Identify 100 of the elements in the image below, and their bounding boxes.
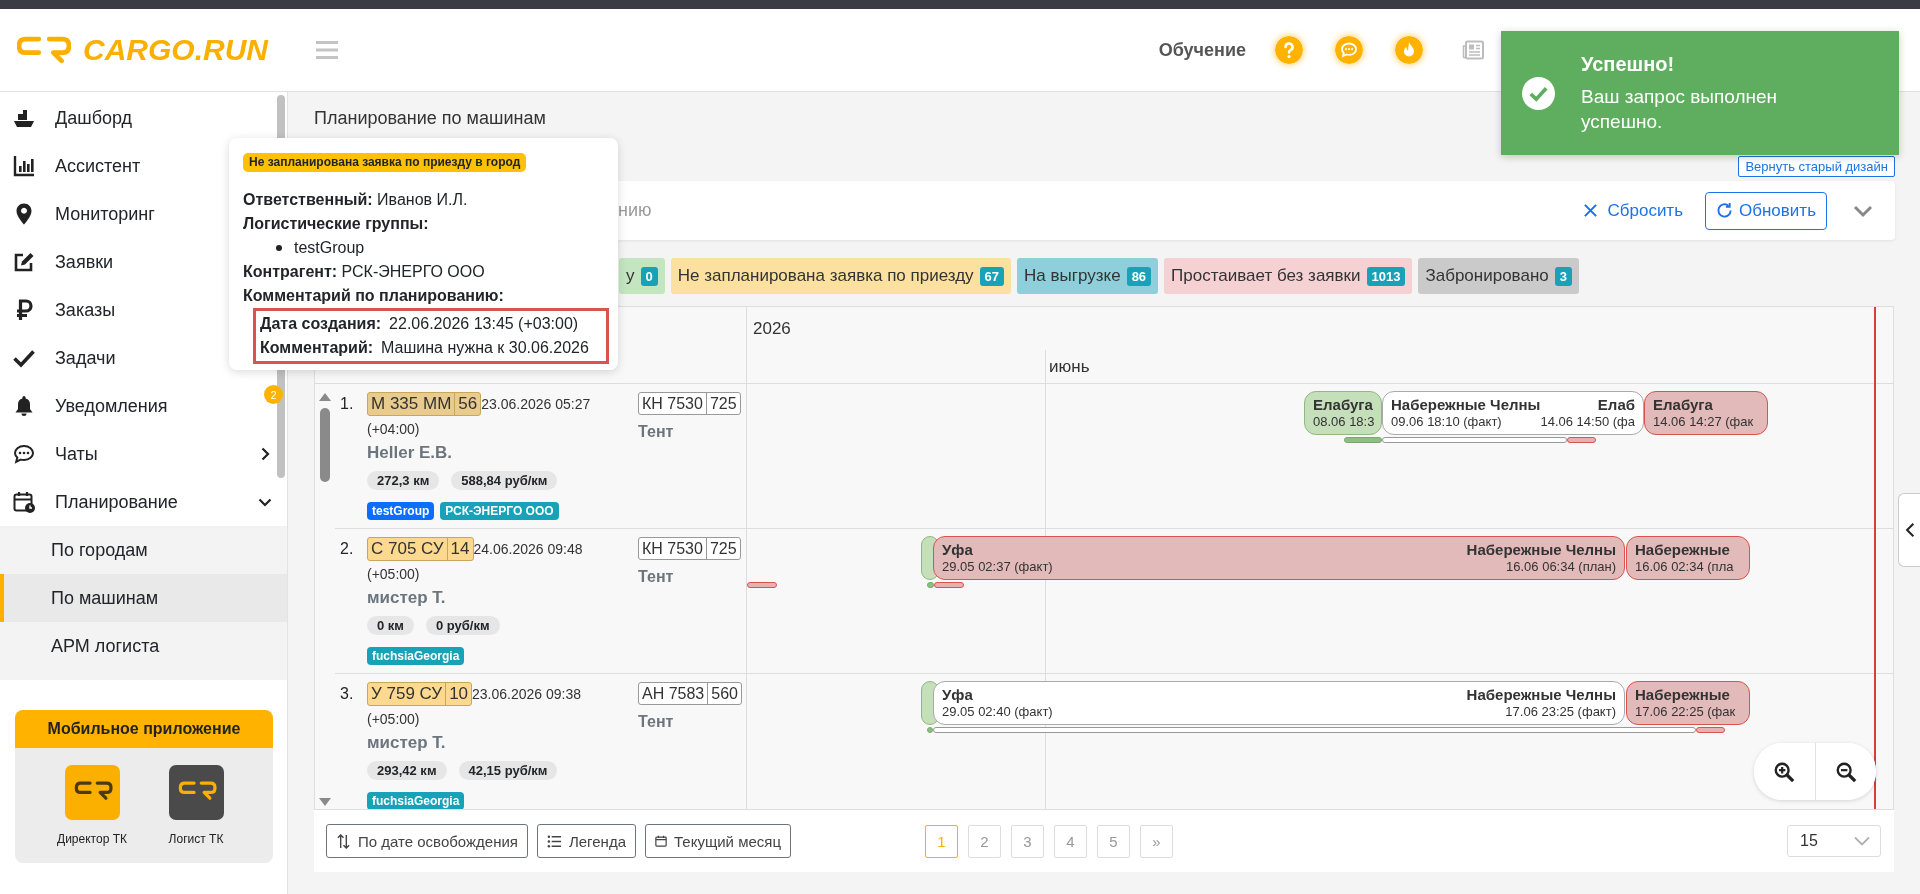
comment-heading: Комментарий по планированию:: [243, 286, 505, 306]
comment-line: Комментарий: Машина нужна к 30.06.2026: [260, 338, 590, 358]
page-title: Планирование по машинам: [314, 107, 546, 130]
city-name: Уфа: [942, 686, 974, 704]
status-filter-chip[interactable]: у 0: [619, 258, 665, 294]
help-icon[interactable]: [1275, 36, 1303, 64]
city-name: Елабуга: [1653, 396, 1714, 414]
count-badge: 86: [1126, 266, 1152, 286]
stop-time: 14.06 14:27 (фак: [1653, 414, 1754, 430]
route-segment[interactable]: Набережные 17.06 22:25 (фак: [1626, 681, 1750, 725]
sidebar-item[interactable]: Задачи: [0, 334, 226, 382]
route-segment[interactable]: Уфа 29.05 02:37 (факт) Набережные Челны 16.06 06:34 (план): [933, 536, 1625, 580]
creation-date-line: Дата создания: 22.06.2026 13:45 (+03:00): [260, 314, 580, 334]
app-link[interactable]: Логист ТК: [168, 765, 224, 846]
refresh-icon: [1716, 202, 1733, 219]
app-link[interactable]: Директор ТК: [57, 765, 127, 846]
old-design-button[interactable]: Вернуть старый дизайн: [1738, 156, 1895, 177]
stop-time: 17.06 23:25 (факт): [1505, 704, 1616, 720]
newspaper-icon[interactable]: [1462, 38, 1486, 62]
stop-time: 14.06 14:50 (фа: [1540, 414, 1635, 430]
bullet-icon: [276, 245, 282, 251]
status-filter-chip[interactable]: На выгрузке 86: [1017, 258, 1159, 294]
search-field[interactable]: нию: [618, 195, 1580, 226]
driver-name: мистер Т.: [367, 588, 447, 608]
driver-name: мистер Т.: [367, 733, 447, 753]
page-size-select[interactable]: 15: [1787, 825, 1881, 857]
route-segment[interactable]: Набережные Челны 09.06 18:10 (факт) Елаб 14.06 14:50 (фа: [1382, 391, 1644, 435]
groups-heading: Логистические группы:: [243, 214, 430, 234]
count-badge: 0: [640, 266, 658, 286]
group-name: testGroup: [294, 238, 365, 258]
current-month-button[interactable]: Текущий месяц: [645, 824, 792, 858]
calendar-icon: [12, 490, 36, 514]
submenu-item[interactable]: По машинам: [0, 574, 287, 622]
chevron-down-icon: [1854, 836, 1870, 846]
stop-time: 29.05 02:40 (факт): [942, 704, 1053, 720]
collapse-panel-button[interactable]: [1898, 493, 1920, 567]
distance-pill: 272,3 км: [367, 471, 440, 490]
route-segment[interactable]: Набережные 16.06 02:34 (пла: [1626, 536, 1750, 580]
group-tag: fuchsiaGeorgia: [367, 792, 465, 809]
row-number: 1.: [339, 394, 355, 414]
plate-number: КН 7530: [641, 539, 704, 558]
count-badge: 1013: [1366, 266, 1406, 286]
city-name: Набережные: [1635, 686, 1731, 704]
status-filter-chip[interactable]: Простаивает без заявки 1013: [1164, 258, 1413, 294]
sidebar-item[interactable]: Чаты: [0, 430, 276, 478]
logo-mark-icon[interactable]: [17, 36, 71, 64]
sidebar-item[interactable]: Уведомления: [0, 382, 226, 430]
sidebar-item[interactable]: Заявки: [0, 238, 226, 286]
count-badge: 67: [979, 266, 1005, 286]
zoom-out-icon: [1834, 760, 1857, 783]
sort-button[interactable]: По дате освобождения: [326, 824, 528, 858]
menu-icon[interactable]: [316, 41, 338, 59]
sidebar-item[interactable]: Планирование: [0, 478, 276, 526]
scroll-up-icon[interactable]: [319, 393, 331, 401]
reset-link[interactable]: Сбросить: [1579, 196, 1687, 225]
rate-pill: 0 руб/км: [425, 616, 500, 635]
status-filter-chip[interactable]: Забронировано 3: [1418, 258, 1579, 294]
status-badge: Не запланирована заявка по приезду в город: [243, 153, 527, 172]
driver-name: Heller E.B.: [367, 443, 454, 463]
plate-region: 56: [454, 393, 481, 415]
scroll-down-icon[interactable]: [319, 798, 331, 806]
status-filter-chip[interactable]: Не запланирована заявка по приезду 67: [670, 258, 1012, 294]
chevron-left-icon: [1904, 522, 1915, 538]
sort-icon: [336, 833, 351, 849]
toast-message: Ваш запрос выполнен успешно.: [1581, 85, 1779, 134]
timezone-offset: (+05:00): [367, 566, 421, 582]
zoom-in-button[interactable]: [1754, 743, 1815, 800]
legend-button[interactable]: Легенда: [536, 824, 636, 858]
sidebar-item[interactable]: Ассистент: [0, 142, 226, 190]
route-segment[interactable]: Уфа 29.05 02:40 (факт) Набережные Челны 17.06 23:25 (факт): [933, 681, 1625, 725]
edit-icon: [12, 250, 36, 274]
stop-time: 16.06 06:34 (план): [1506, 559, 1616, 575]
submenu-item[interactable]: По городам: [0, 526, 287, 574]
chat-icon[interactable]: [1335, 36, 1363, 64]
counterparty-line: Контрагент: РСК-ЭНЕРГО ООО: [243, 262, 486, 282]
rate-pill: 588,84 руб/км: [451, 471, 558, 490]
submenu-item[interactable]: АРМ логиста: [0, 622, 287, 670]
calendar-icon: [655, 835, 667, 847]
zoom-out-button[interactable]: [1814, 743, 1876, 800]
refresh-button[interactable]: Обновить: [1705, 191, 1827, 230]
sidebar-item[interactable]: Заказы: [0, 286, 226, 334]
chevron-down-icon[interactable]: [1853, 203, 1873, 218]
date-time: 23.06.2026 05:27: [481, 396, 591, 412]
rate-pill: 42,15 руб/км: [458, 761, 558, 780]
stop-time: 16.06 02:34 (пла: [1635, 559, 1734, 575]
plate-region: 725: [705, 393, 740, 414]
body-type: Тент: [638, 423, 675, 441]
city-name: Елаб: [1597, 396, 1635, 414]
timezone-offset: (+05:00): [367, 711, 421, 727]
scrollbar-thumb[interactable]: [320, 408, 330, 482]
route-segment[interactable]: Елабуга 14.06 14:27 (фак: [1644, 391, 1768, 435]
toast-title: Успешно!: [1581, 52, 1676, 76]
flame-icon[interactable]: [1395, 36, 1423, 64]
city-name: Набережные: [1635, 541, 1731, 559]
training-link[interactable]: Обучение: [1158, 39, 1246, 61]
route-segment[interactable]: Елабуга 08.06 18:3: [1304, 391, 1382, 435]
list-icon: [546, 833, 562, 849]
sidebar-item[interactable]: Дашборд: [0, 94, 226, 142]
sidebar-item[interactable]: Мониторинг: [0, 190, 226, 238]
city-name: Елабуга: [1313, 396, 1374, 414]
